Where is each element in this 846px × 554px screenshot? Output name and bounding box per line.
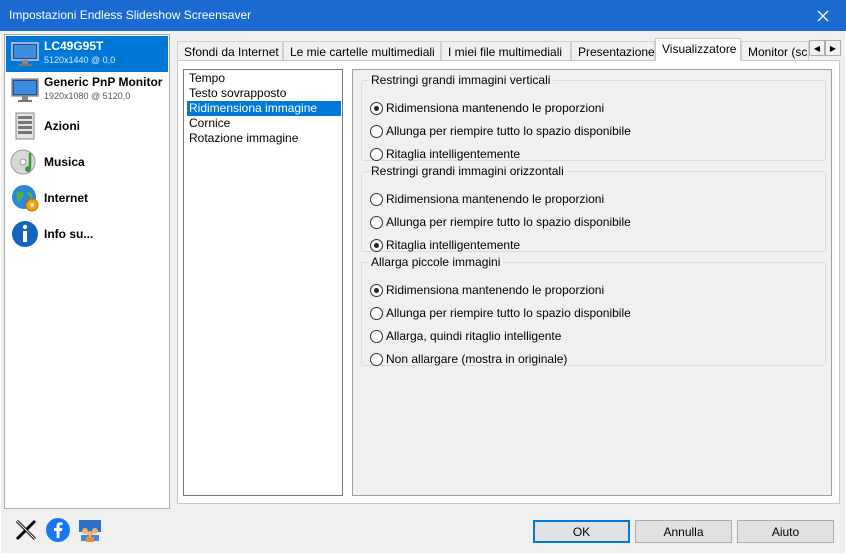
list-item-testo-sovrapposto[interactable]: Testo sovrapposto — [187, 86, 341, 101]
radio-button[interactable] — [370, 283, 383, 297]
group-enlarge-small: Allarga piccole immagini Ridimensiona ma… — [361, 255, 826, 366]
tab-scroll-right-button[interactable]: ▶ — [825, 40, 841, 56]
radio-button[interactable] — [370, 147, 383, 161]
list-item-tempo[interactable]: Tempo — [187, 71, 341, 86]
radio-button[interactable] — [370, 215, 383, 229]
category-list[interactable]: Tempo Testo sovrapposto Ridimensiona imm… — [183, 69, 343, 496]
internet-icon — [10, 183, 40, 213]
sidebar: LC49G95T 5120x1440 @ 0,0 Generic PnP Mon… — [4, 34, 170, 509]
x-twitter-icon — [15, 519, 37, 541]
monitor-icon — [10, 39, 40, 69]
arrow-left-icon: ◀ — [813, 43, 821, 53]
sidebar-item-resolution: 1920x1080 @ 5120,0 — [44, 91, 131, 101]
sidebar-item-resolution: 5120x1440 @ 0,0 — [44, 55, 116, 65]
ok-button[interactable]: OK — [533, 520, 630, 543]
sidebar-item-label: Musica — [44, 155, 85, 169]
radio-button[interactable] — [370, 101, 383, 115]
radio-label: Ridimensiona mantenendo le proporzioni — [386, 192, 605, 206]
radio-enlarge-then-crop[interactable]: Allarga, quindi ritaglio intelligente — [370, 327, 561, 345]
radio-label: Non allargare (mostra in originale) — [386, 352, 568, 366]
sidebar-item-lc49g95t[interactable]: LC49G95T 5120x1440 @ 0,0 — [6, 36, 168, 72]
tab-monitor[interactable]: Monitor (sc — [741, 41, 809, 61]
radio-horizontal-proportional[interactable]: Ridimensiona mantenendo le proporzioni — [370, 190, 604, 208]
dialog-client: LC49G95T 5120x1440 @ 0,0 Generic PnP Mon… — [1, 31, 845, 553]
group-title: Restringi grandi immagini orizzontali — [371, 164, 564, 178]
group-title: Allarga piccole immagini — [371, 255, 501, 269]
tab-strip: Sfondi da Internet Le mie cartelle multi… — [177, 38, 844, 61]
sidebar-item-label: LC49G95T — [44, 39, 104, 53]
radio-label: Allunga per riempire tutto lo spazio dis… — [386, 215, 631, 229]
radio-enlarge-proportional[interactable]: Ridimensiona mantenendo le proporzioni — [370, 281, 604, 299]
radio-button[interactable] — [370, 329, 383, 343]
tab-visualizzatore[interactable]: Visualizzatore — [655, 38, 741, 61]
sidebar-item-label: Internet — [44, 191, 89, 205]
title-bar: Impostazioni Endless Slideshow Screensav… — [0, 0, 846, 31]
list-item-cornice[interactable]: Cornice — [187, 116, 341, 131]
radio-label: Ridimensiona mantenendo le proporzioni — [386, 283, 605, 297]
community-button[interactable] — [77, 517, 103, 543]
sidebar-item-label: Info su... — [44, 227, 94, 241]
cancel-button[interactable]: Annulla — [635, 520, 732, 543]
tab-sfondi-da-internet[interactable]: Sfondi da Internet — [177, 41, 283, 61]
radio-label: Allarga, quindi ritaglio intelligente — [386, 329, 562, 343]
group-title: Restringi grandi immagini verticali — [371, 73, 551, 87]
tab-i-miei-file-multimediali[interactable]: I miei file multimediali — [441, 41, 571, 61]
list-item-rotazione-immagine[interactable]: Rotazione immagine — [187, 131, 341, 146]
tab-presentazione[interactable]: Presentazione — [571, 41, 655, 61]
monitor-icon — [10, 75, 40, 105]
radio-label: Allunga per riempire tutto lo spazio dis… — [386, 306, 631, 320]
radio-button[interactable] — [370, 238, 383, 252]
close-button[interactable] — [800, 0, 846, 31]
radio-enlarge-stretch[interactable]: Allunga per riempire tutto lo spazio dis… — [370, 304, 631, 322]
group-horizontal: Restringi grandi immagini orizzontali Ri… — [361, 164, 826, 252]
info-icon — [10, 219, 40, 249]
sidebar-item-generic-pnp-monitor[interactable]: Generic PnP Monitor 1920x1080 @ 5120,0 — [6, 72, 168, 108]
radio-button[interactable] — [370, 306, 383, 320]
close-icon — [817, 10, 829, 21]
radio-button[interactable] — [370, 352, 383, 366]
radio-label: Ritaglia intelligentemente — [386, 238, 521, 252]
community-icon — [79, 520, 101, 542]
radio-horizontal-stretch[interactable]: Allunga per riempire tutto lo spazio dis… — [370, 213, 631, 231]
window-title: Impostazioni Endless Slideshow Screensav… — [9, 8, 252, 22]
group-vertical: Restringi grandi immagini verticali Ridi… — [361, 73, 826, 161]
radio-label: Ritaglia intelligentemente — [386, 147, 521, 161]
facebook-button[interactable] — [45, 517, 71, 543]
radio-button[interactable] — [370, 124, 383, 138]
sidebar-item-azioni[interactable]: Azioni — [6, 108, 168, 144]
radio-label: Allunga per riempire tutto lo spazio dis… — [386, 124, 631, 138]
tab-panel: Tempo Testo sovrapposto Ridimensiona imm… — [177, 60, 840, 504]
radio-vertical-stretch[interactable]: Allunga per riempire tutto lo spazio dis… — [370, 122, 631, 140]
music-icon — [10, 147, 40, 177]
tab-le-mie-cartelle-multimediali[interactable]: Le mie cartelle multimediali — [283, 41, 441, 61]
facebook-icon — [46, 518, 70, 542]
sidebar-item-musica[interactable]: Musica — [6, 144, 168, 180]
radio-button[interactable] — [370, 192, 383, 206]
options-panel: Restringi grandi immagini verticali Ridi… — [352, 69, 832, 496]
radio-horizontal-smart-crop[interactable]: Ritaglia intelligentemente — [370, 236, 520, 254]
arrow-right-icon: ▶ — [829, 43, 837, 53]
actions-icon — [10, 111, 40, 141]
x-twitter-button[interactable] — [13, 517, 39, 543]
radio-label: Ridimensiona mantenendo le proporzioni — [386, 101, 605, 115]
sidebar-item-label: Generic PnP Monitor — [44, 75, 163, 89]
sidebar-item-info[interactable]: Info su... — [6, 216, 168, 252]
tab-scroll-left-button[interactable]: ◀ — [809, 40, 825, 56]
radio-vertical-smart-crop[interactable]: Ritaglia intelligentemente — [370, 145, 520, 163]
sidebar-item-internet[interactable]: Internet — [6, 180, 168, 216]
help-button[interactable]: Aiuto — [737, 520, 834, 543]
sidebar-item-label: Azioni — [44, 119, 80, 133]
list-item-ridimensiona-immagine[interactable]: Ridimensiona immagine — [187, 101, 341, 116]
radio-no-enlarge[interactable]: Non allargare (mostra in originale) — [370, 350, 567, 368]
radio-vertical-proportional[interactable]: Ridimensiona mantenendo le proporzioni — [370, 99, 604, 117]
